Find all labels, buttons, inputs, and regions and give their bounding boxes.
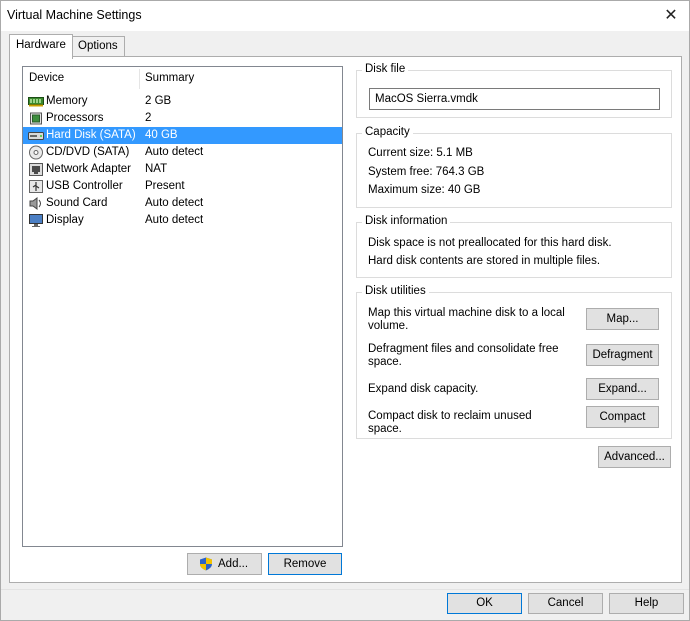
device-summary: Auto detect xyxy=(145,214,204,226)
device-list[interactable]: Device Summary Memory 2 GB Processors 2 … xyxy=(22,66,343,547)
ok-button[interactable]: OK xyxy=(447,593,522,614)
close-icon[interactable]: ✕ xyxy=(657,3,685,27)
device-name: Network Adapter xyxy=(46,163,132,175)
device-row-sound-card[interactable]: Sound Card Auto detect xyxy=(23,195,342,212)
maximum-size-text: Maximum size: 40 GB xyxy=(368,184,481,196)
device-row-network-adapter[interactable]: Network Adapter NAT xyxy=(23,161,342,178)
device-name: Display xyxy=(46,214,84,226)
remove-button[interactable]: Remove xyxy=(268,553,342,575)
tab-hardware[interactable]: Hardware xyxy=(9,34,73,59)
hard-disk-icon xyxy=(28,132,44,140)
system-free-text: System free: 764.3 GB xyxy=(368,166,485,178)
device-row-display[interactable]: Display Auto detect xyxy=(23,212,342,229)
cancel-button[interactable]: Cancel xyxy=(528,593,603,614)
device-name: Memory xyxy=(46,95,88,107)
capacity-title: Capacity xyxy=(362,126,413,138)
sound-card-icon xyxy=(29,197,41,210)
device-summary: 2 xyxy=(145,112,152,124)
map-description: Map this virtual machine disk to a local… xyxy=(368,307,565,332)
device-summary: Present xyxy=(145,180,185,192)
device-row-memory[interactable]: Memory 2 GB xyxy=(23,93,342,110)
disk-file-title: Disk file xyxy=(362,63,409,75)
device-list-header: Device Summary xyxy=(23,67,342,89)
device-name: Sound Card xyxy=(46,197,108,209)
cd-dvd-icon xyxy=(29,145,43,160)
device-summary: NAT xyxy=(145,163,168,175)
column-header-device[interactable]: Device xyxy=(29,72,64,84)
disk-utilities-group: Disk utilities Map this virtual machine … xyxy=(356,285,672,439)
add-button[interactable]: Add... xyxy=(187,553,262,575)
expand-description: Expand disk capacity. xyxy=(368,383,479,395)
device-row-processors[interactable]: Processors 2 xyxy=(23,110,342,127)
capacity-group: Capacity Current size: 5.1 MB System fre… xyxy=(356,126,672,208)
processor-icon xyxy=(30,112,42,125)
defragment-button[interactable]: Defragment xyxy=(586,344,659,366)
device-name: Processors xyxy=(46,112,104,124)
device-name: CD/DVD (SATA) xyxy=(46,146,130,158)
window-title: Virtual Machine Settings xyxy=(7,8,142,22)
memory-icon xyxy=(28,97,44,107)
expand-button[interactable]: Expand... xyxy=(586,378,659,400)
disk-information-title: Disk information xyxy=(362,215,451,227)
preallocation-text: Disk space is not preallocated for this … xyxy=(368,237,612,249)
device-name: Hard Disk (SATA) xyxy=(46,129,136,141)
add-button-label: Add... xyxy=(218,558,249,570)
tab-options[interactable]: Options xyxy=(71,36,125,58)
device-summary: Auto detect xyxy=(145,197,204,209)
vm-settings-window: Virtual Machine Settings ✕ Hardware Opti… xyxy=(0,0,690,621)
compact-description: Compact disk to reclaim unused space. xyxy=(368,410,532,435)
disk-information-group: Disk information Disk space is not preal… xyxy=(356,215,672,278)
device-row-hard-disk[interactable]: Hard Disk (SATA) 40 GB xyxy=(23,127,342,144)
hardware-panel: Device Summary Memory 2 GB Processors 2 … xyxy=(9,56,682,583)
disk-utilities-title: Disk utilities xyxy=(362,285,429,297)
footer-divider xyxy=(1,589,689,590)
column-divider[interactable] xyxy=(139,69,140,89)
help-button[interactable]: Help xyxy=(609,593,684,614)
current-size-text: Current size: 5.1 MB xyxy=(368,147,473,159)
device-row-cd-dvd[interactable]: CD/DVD (SATA) Auto detect xyxy=(23,144,342,161)
device-summary: 40 GB xyxy=(145,129,178,141)
network-adapter-icon xyxy=(29,163,43,176)
uac-shield-icon xyxy=(200,557,212,571)
disk-file-field[interactable]: MacOS Sierra.vmdk xyxy=(369,88,660,110)
column-header-summary[interactable]: Summary xyxy=(145,72,194,84)
title-bar[interactable]: Virtual Machine Settings ✕ xyxy=(1,1,689,31)
disk-file-group: Disk file MacOS Sierra.vmdk xyxy=(356,63,672,118)
defragment-description: Defragment files and consolidate free sp… xyxy=(368,343,559,368)
device-name: USB Controller xyxy=(46,180,123,192)
device-row-usb-controller[interactable]: USB Controller Present xyxy=(23,178,342,195)
compact-button[interactable]: Compact xyxy=(586,406,659,428)
map-button[interactable]: Map... xyxy=(586,308,659,330)
multiple-files-text: Hard disk contents are stored in multipl… xyxy=(368,255,601,267)
device-summary: 2 GB xyxy=(145,95,172,107)
advanced-button[interactable]: Advanced... xyxy=(598,446,671,468)
display-icon xyxy=(29,214,43,227)
usb-icon xyxy=(29,180,43,193)
device-summary: Auto detect xyxy=(145,146,204,158)
